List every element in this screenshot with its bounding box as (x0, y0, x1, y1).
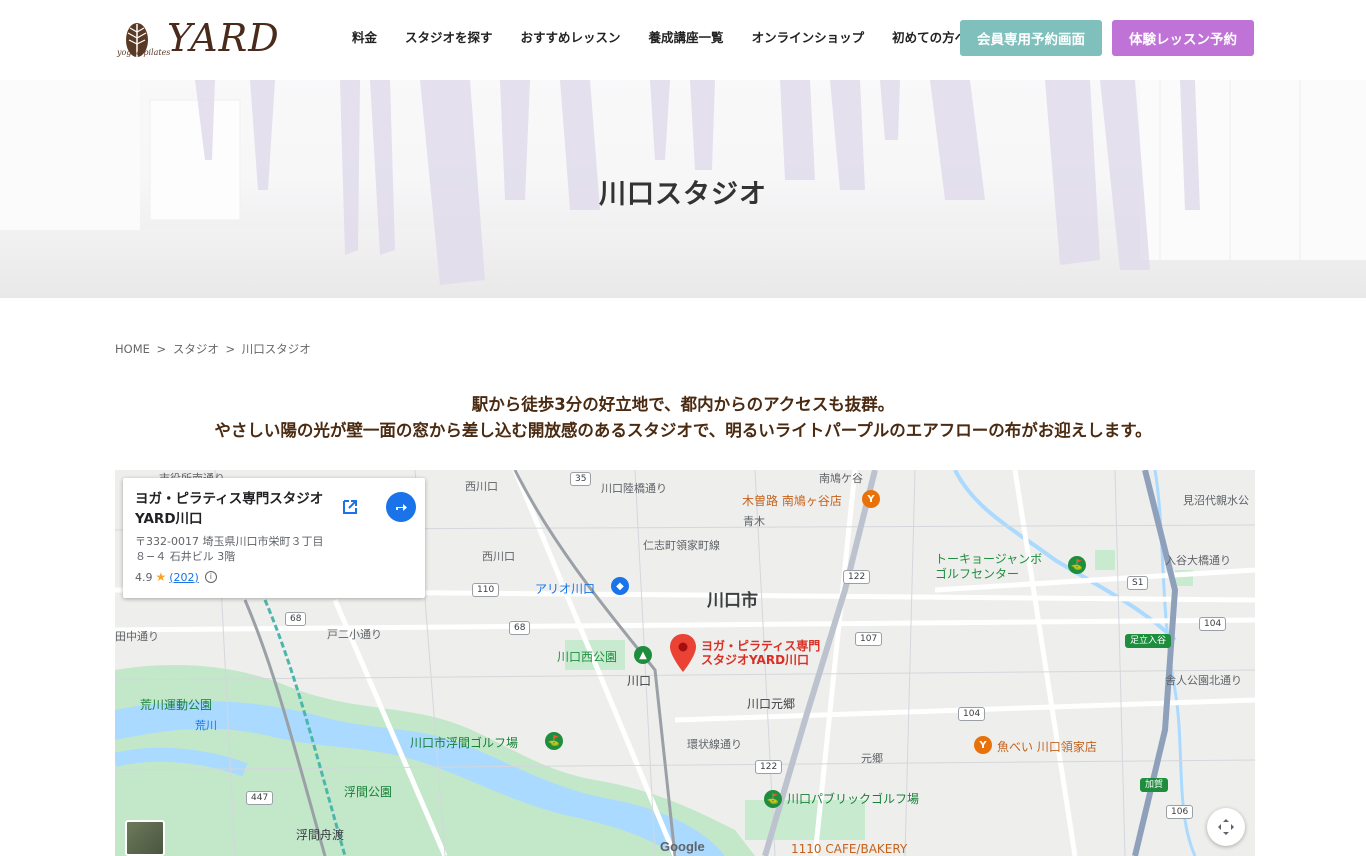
star-icon: ★ (155, 570, 167, 584)
directions-icon[interactable] (386, 492, 416, 522)
intro-line-2: やさしい陽の光が壁一面の窓から差し込む開放感のあるスタジオで、明るいライトパープ… (214, 421, 1152, 440)
route-shield: 106 (1166, 805, 1194, 819)
park-icon[interactable]: ▲ (634, 646, 652, 664)
shopping-icon[interactable]: ◆ (611, 577, 629, 595)
route-shield: 447 (246, 791, 274, 805)
open-in-new-icon[interactable] (335, 492, 365, 522)
map-label-motogo-station: 川口元郷 (747, 697, 796, 711)
restaurant-icon[interactable]: Y (974, 736, 992, 754)
map-label-overpass-street: 川口陸橋通り (601, 482, 667, 495)
logo-subtitle: yoga&pilates (117, 48, 171, 57)
member-booking-button[interactable]: 会員専用予約画面 (960, 20, 1102, 56)
map-label-ario[interactable]: アリオ川口 (535, 580, 595, 597)
breadcrumb-current: 川口スタジオ (241, 342, 311, 356)
route-shield: 110 (472, 583, 500, 597)
map-label-kisoji[interactable]: 木曽路 南鳩ヶ谷店 (742, 492, 842, 509)
map-pin-label[interactable]: ヨガ・ピラティス専門 スタジオYARD川口 (701, 639, 820, 667)
breadcrumb: HOME > スタジオ > 川口スタジオ (115, 341, 314, 357)
map-label-motogo: 元郷 (861, 752, 883, 765)
golf-icon[interactable]: ⛳ (545, 732, 563, 750)
breadcrumb-studio[interactable]: スタジオ (173, 342, 219, 356)
map-label-iriya: 入谷大橋通り (1165, 554, 1231, 567)
map-label-ukima-golf[interactable]: 川口市浮間ゴルフ場 (410, 734, 518, 751)
breadcrumb-separator: > (156, 342, 167, 356)
breadcrumb-separator: > (225, 342, 236, 356)
map-label-tanaka: 田中通り (115, 630, 159, 643)
route-shield: 104 (1199, 617, 1227, 631)
google-logo: Google (660, 839, 705, 854)
review-count-link[interactable]: (202) (169, 571, 199, 584)
map-label-tokyo-jumbo[interactable]: トーキョージャンボ ゴルフセンター (935, 552, 1042, 582)
map-pin-icon[interactable] (670, 634, 696, 672)
map-label-minamihatogaya: 南鳩ケ谷 (819, 472, 863, 485)
intro-line-1: 駅から徒歩3分の好立地で、都内からのアクセスも抜群。 (471, 395, 895, 414)
logo-wordmark: YARD (167, 16, 280, 60)
site-header: yoga&pilates YARD 料金 スタジオを探す おすすめレッスン 養成… (0, 0, 1366, 80)
fullscreen-icon (1218, 819, 1234, 835)
route-shield: 122 (755, 760, 783, 774)
map-label-ryoke-street: 仁志町領家町線 (643, 539, 720, 552)
google-map[interactable]: 川口市 西川口 西川口 南鳩ケ谷 青木 仁志町領家町線 川口陸橋通り 木曽路 南… (115, 470, 1255, 856)
place-rating: 4.9 ★ (202) i (135, 570, 413, 584)
map-label-public-golf[interactable]: 川口パブリックゴルフ場 (787, 790, 919, 807)
route-shield: S1 (1127, 576, 1149, 590)
info-icon[interactable]: i (204, 571, 217, 583)
map-label-west-park[interactable]: 川口西公園 (557, 648, 617, 665)
hero-banner: 川口スタジオ (0, 80, 1366, 298)
nav-price[interactable]: 料金 (352, 30, 377, 46)
map-label-minuma: 見沼代親水公 (1183, 494, 1249, 507)
route-shield: 68 (285, 612, 307, 626)
map-label-ukimafunado: 浮間舟渡 (296, 828, 345, 842)
map-label-city: 川口市 (707, 591, 758, 611)
breadcrumb-home[interactable]: HOME (115, 342, 150, 356)
map-label-kawaguchi-station: 川口 (627, 674, 652, 688)
route-shield: 107 (855, 632, 883, 646)
route-shield: 35 (570, 472, 592, 486)
map-label-toneri: 舎人公園北通り (1165, 674, 1242, 687)
place-name[interactable]: ヨガ・ピラティス専門スタジオYARD川口 (135, 489, 335, 529)
route-shield: 122 (843, 570, 871, 584)
map-label-cafe[interactable]: 1110 CAFE/BAKERY (791, 842, 907, 856)
place-card: ヨガ・ピラティス専門スタジオYARD川口 〒332-0017 埼玉県川口市栄町３… (123, 478, 425, 598)
map-label-adachi-iriya: 足立入谷 (1125, 634, 1172, 648)
yard-logo[interactable]: yoga&pilates YARD (115, 18, 300, 62)
map-label-kanjo: 環状線通り (687, 738, 742, 751)
map-label-nishikawaguchi: 西川口 (465, 480, 498, 493)
studio-intro: 駅から徒歩3分の好立地で、都内からのアクセスも抜群。 やさしい陽の光が壁一面の窓… (0, 392, 1366, 444)
rating-value: 4.9 (135, 570, 153, 584)
map-label-uonbe[interactable]: 魚べい 川口領家店 (997, 738, 1097, 755)
nav-recommended-lessons[interactable]: おすすめレッスン (521, 30, 621, 46)
map-label-kaga: 加賀 (1140, 778, 1169, 792)
map-label-tojiro: 戸二小通り (327, 628, 382, 641)
nav-training-courses[interactable]: 養成講座一覧 (649, 30, 724, 46)
fullscreen-button[interactable] (1207, 808, 1245, 846)
trial-lesson-button[interactable]: 体験レッスン予約 (1112, 20, 1254, 56)
map-label-aoki: 青木 (743, 515, 765, 528)
page-title: 川口スタジオ (599, 179, 767, 210)
place-address: 〒332-0017 埼玉県川口市栄町３丁目８−４ 石井ビル 3階 (135, 535, 324, 563)
nav-beginners[interactable]: 初めての方へ (892, 30, 967, 46)
map-label-arakawa-park[interactable]: 荒川運動公園 (140, 696, 212, 713)
route-shield: 104 (958, 707, 986, 721)
golf-icon[interactable]: ⛳ (764, 790, 782, 808)
nav-find-studio[interactable]: スタジオを探す (405, 30, 493, 46)
nav-online-shop[interactable]: オンラインショップ (752, 30, 865, 46)
map-label-ukima-park[interactable]: 浮間公園 (344, 783, 392, 800)
map-label-nishikawaguchi-b: 西川口 (482, 550, 515, 563)
main-nav: 料金 スタジオを探す おすすめレッスン 養成講座一覧 オンラインショップ 初めて… (352, 30, 995, 46)
satellite-toggle[interactable] (125, 820, 165, 856)
golf-icon[interactable]: ⛳ (1068, 556, 1086, 574)
map-label-arakawa: 荒川 (195, 719, 217, 732)
route-shield: 68 (509, 621, 531, 635)
restaurant-icon[interactable]: Y (862, 490, 880, 508)
